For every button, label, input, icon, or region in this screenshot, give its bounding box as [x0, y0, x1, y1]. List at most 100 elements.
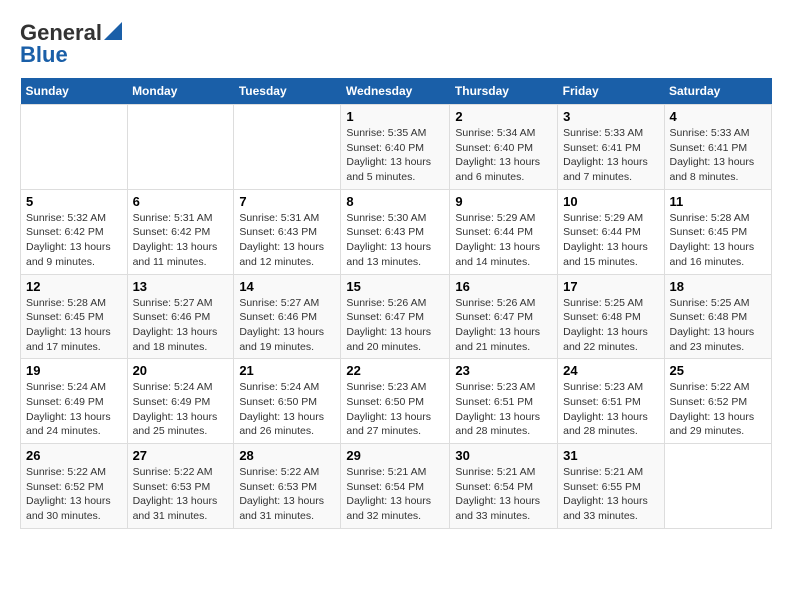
- day-info: Sunrise: 5:24 AMSunset: 6:50 PMDaylight:…: [239, 380, 335, 439]
- calendar-cell: 9Sunrise: 5:29 AMSunset: 6:44 PMDaylight…: [450, 189, 558, 274]
- calendar-cell: 12 Sunrise: 5:28 AMSunset: 6:45 PMDayligh…: [21, 274, 128, 359]
- column-header-wednesday: Wednesday: [341, 78, 450, 105]
- day-info: Sunrise: 5:34 AMSunset: 6:40 PMDaylight:…: [455, 126, 552, 185]
- day-number: 21: [239, 363, 335, 378]
- calendar-cell: 25 Sunrise: 5:22 AMSunset: 6:52 PMDayligh…: [664, 359, 772, 444]
- page-header: General Blue: [20, 20, 772, 68]
- calendar-cell: 2 Sunrise: 5:34 AMSunset: 6:40 PMDaylight…: [450, 105, 558, 190]
- calendar-week-row: 19 Sunrise: 5:24 AMSunset: 6:49 PMDayligh…: [21, 359, 772, 444]
- calendar-cell: 24 Sunrise: 5:23 AMSunset: 6:51 PMDayligh…: [558, 359, 664, 444]
- day-number: 30: [455, 448, 552, 463]
- day-number: 27: [133, 448, 229, 463]
- column-header-sunday: Sunday: [21, 78, 128, 105]
- day-number: 4: [670, 109, 767, 124]
- calendar-cell: 15Sunrise: 5:26 AMSunset: 6:47 PMDayligh…: [341, 274, 450, 359]
- day-number: 31: [563, 448, 658, 463]
- day-number: 1: [346, 109, 444, 124]
- column-header-saturday: Saturday: [664, 78, 772, 105]
- logo-arrow-icon: [104, 22, 122, 40]
- day-number: 28: [239, 448, 335, 463]
- calendar-table: SundayMondayTuesdayWednesdayThursdayFrid…: [20, 78, 772, 529]
- calendar-cell: 16 Sunrise: 5:26 AMSunset: 6:47 PMDayligh…: [450, 274, 558, 359]
- day-info: Sunrise: 5:23 AMSunset: 6:51 PMDaylight:…: [563, 380, 658, 439]
- day-info: Sunrise: 5:21 AMSunset: 6:55 PMDaylight:…: [563, 465, 658, 524]
- day-number: 6: [133, 194, 229, 209]
- calendar-cell: [234, 105, 341, 190]
- calendar-cell: 13Sunrise: 5:27 AMSunset: 6:46 PMDayligh…: [127, 274, 234, 359]
- day-number: 12: [26, 279, 122, 294]
- day-number: 11: [670, 194, 767, 209]
- day-number: 7: [239, 194, 335, 209]
- day-number: 2: [455, 109, 552, 124]
- column-header-monday: Monday: [127, 78, 234, 105]
- calendar-week-row: 12 Sunrise: 5:28 AMSunset: 6:45 PMDayligh…: [21, 274, 772, 359]
- day-info: Sunrise: 5:25 AMSunset: 6:48 PMDaylight:…: [670, 296, 767, 355]
- calendar-cell: [21, 105, 128, 190]
- day-info: Sunrise: 5:33 AMSunset: 6:41 PMDaylight:…: [563, 126, 658, 185]
- day-info: Sunrise: 5:28 AMSunset: 6:45 PMDaylight:…: [670, 211, 767, 270]
- day-number: 18: [670, 279, 767, 294]
- calendar-header-row: SundayMondayTuesdayWednesdayThursdayFrid…: [21, 78, 772, 105]
- calendar-cell: 31 Sunrise: 5:21 AMSunset: 6:55 PMDayligh…: [558, 444, 664, 529]
- column-header-thursday: Thursday: [450, 78, 558, 105]
- column-header-friday: Friday: [558, 78, 664, 105]
- day-info: Sunrise: 5:35 AMSunset: 6:40 PMDaylight:…: [346, 126, 444, 185]
- day-info: Sunrise: 5:27 AMSunset: 6:46 PMDaylight:…: [133, 296, 229, 355]
- calendar-cell: 18 Sunrise: 5:25 AMSunset: 6:48 PMDayligh…: [664, 274, 772, 359]
- day-number: 10: [563, 194, 658, 209]
- day-number: 23: [455, 363, 552, 378]
- day-info: Sunrise: 5:22 AMSunset: 6:53 PMDaylight:…: [239, 465, 335, 524]
- logo-blue-text: Blue: [20, 42, 68, 68]
- day-info: Sunrise: 5:21 AMSunset: 6:54 PMDaylight:…: [346, 465, 444, 524]
- calendar-week-row: 26Sunrise: 5:22 AMSunset: 6:52 PMDayligh…: [21, 444, 772, 529]
- day-info: Sunrise: 5:27 AMSunset: 6:46 PMDaylight:…: [239, 296, 335, 355]
- day-info: Sunrise: 5:29 AMSunset: 6:44 PMDaylight:…: [563, 211, 658, 270]
- calendar-cell: 23 Sunrise: 5:23 AMSunset: 6:51 PMDayligh…: [450, 359, 558, 444]
- day-info: Sunrise: 5:31 AMSunset: 6:42 PMDaylight:…: [133, 211, 229, 270]
- day-number: 20: [133, 363, 229, 378]
- day-info: Sunrise: 5:23 AMSunset: 6:51 PMDaylight:…: [455, 380, 552, 439]
- day-number: 29: [346, 448, 444, 463]
- calendar-cell: 26Sunrise: 5:22 AMSunset: 6:52 PMDayligh…: [21, 444, 128, 529]
- calendar-cell: 8Sunrise: 5:30 AMSunset: 6:43 PMDaylight…: [341, 189, 450, 274]
- calendar-cell: 14 Sunrise: 5:27 AMSunset: 6:46 PMDayligh…: [234, 274, 341, 359]
- calendar-cell: 29 Sunrise: 5:21 AMSunset: 6:54 PMDayligh…: [341, 444, 450, 529]
- calendar-cell: 22 Sunrise: 5:23 AMSunset: 6:50 PMDayligh…: [341, 359, 450, 444]
- calendar-cell: 30Sunrise: 5:21 AMSunset: 6:54 PMDayligh…: [450, 444, 558, 529]
- day-number: 22: [346, 363, 444, 378]
- calendar-cell: 1 Sunrise: 5:35 AMSunset: 6:40 PMDaylight…: [341, 105, 450, 190]
- calendar-cell: 5Sunrise: 5:32 AMSunset: 6:42 PMDaylight…: [21, 189, 128, 274]
- calendar-cell: 19 Sunrise: 5:24 AMSunset: 6:49 PMDayligh…: [21, 359, 128, 444]
- day-info: Sunrise: 5:22 AMSunset: 6:52 PMDaylight:…: [670, 380, 767, 439]
- logo: General Blue: [20, 20, 122, 68]
- calendar-cell: 27 Sunrise: 5:22 AMSunset: 6:53 PMDayligh…: [127, 444, 234, 529]
- day-info: Sunrise: 5:31 AMSunset: 6:43 PMDaylight:…: [239, 211, 335, 270]
- calendar-week-row: 5Sunrise: 5:32 AMSunset: 6:42 PMDaylight…: [21, 189, 772, 274]
- day-info: Sunrise: 5:26 AMSunset: 6:47 PMDaylight:…: [346, 296, 444, 355]
- day-info: Sunrise: 5:30 AMSunset: 6:43 PMDaylight:…: [346, 211, 444, 270]
- calendar-cell: [664, 444, 772, 529]
- calendar-cell: 3 Sunrise: 5:33 AMSunset: 6:41 PMDaylight…: [558, 105, 664, 190]
- day-number: 14: [239, 279, 335, 294]
- day-number: 26: [26, 448, 122, 463]
- day-info: Sunrise: 5:25 AMSunset: 6:48 PMDaylight:…: [563, 296, 658, 355]
- day-info: Sunrise: 5:22 AMSunset: 6:53 PMDaylight:…: [133, 465, 229, 524]
- calendar-cell: [127, 105, 234, 190]
- day-number: 25: [670, 363, 767, 378]
- calendar-week-row: 1 Sunrise: 5:35 AMSunset: 6:40 PMDaylight…: [21, 105, 772, 190]
- day-info: Sunrise: 5:33 AMSunset: 6:41 PMDaylight:…: [670, 126, 767, 185]
- day-info: Sunrise: 5:24 AMSunset: 6:49 PMDaylight:…: [133, 380, 229, 439]
- day-info: Sunrise: 5:28 AMSunset: 6:45 PMDaylight:…: [26, 296, 122, 355]
- day-number: 19: [26, 363, 122, 378]
- day-info: Sunrise: 5:23 AMSunset: 6:50 PMDaylight:…: [346, 380, 444, 439]
- calendar-cell: 7 Sunrise: 5:31 AMSunset: 6:43 PMDaylight…: [234, 189, 341, 274]
- day-info: Sunrise: 5:24 AMSunset: 6:49 PMDaylight:…: [26, 380, 122, 439]
- column-header-tuesday: Tuesday: [234, 78, 341, 105]
- day-number: 5: [26, 194, 122, 209]
- day-number: 24: [563, 363, 658, 378]
- day-info: Sunrise: 5:26 AMSunset: 6:47 PMDaylight:…: [455, 296, 552, 355]
- day-number: 9: [455, 194, 552, 209]
- day-number: 17: [563, 279, 658, 294]
- day-number: 3: [563, 109, 658, 124]
- day-number: 16: [455, 279, 552, 294]
